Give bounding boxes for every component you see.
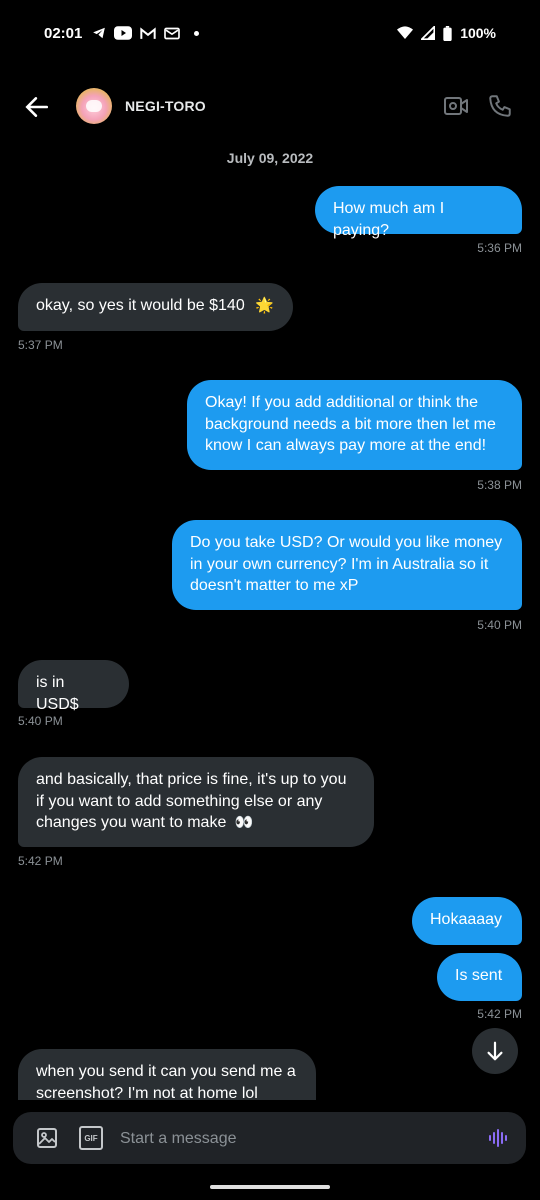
back-arrow-icon[interactable] xyxy=(24,94,50,120)
message-text: Okay! If you add additional or think the… xyxy=(205,394,496,454)
message-composer: GIF xyxy=(13,1112,526,1164)
message-bubble-received[interactable]: and basically, that price is fine, it's … xyxy=(18,757,374,847)
message-text: when you send it can you send me a scree… xyxy=(36,1063,296,1102)
contact-name[interactable]: NEGI-TORO xyxy=(125,98,206,114)
message-text: Is sent xyxy=(455,967,503,984)
dm-screen: 02:01 100% NEGI-TORO July 09, 2022 How m… xyxy=(0,0,540,1200)
message-bubble-sent[interactable]: Okay! If you add additional or think the… xyxy=(187,380,522,470)
scroll-to-bottom-button[interactable] xyxy=(472,1028,518,1074)
battery-icon xyxy=(443,25,452,41)
wifi-icon xyxy=(397,26,414,39)
message-timestamp: 5:42 PM xyxy=(477,1007,522,1021)
message-bubble-sent[interactable]: Hokaaaay xyxy=(412,897,522,945)
message-timestamp: 5:40 PM xyxy=(477,618,522,632)
home-indicator[interactable] xyxy=(210,1185,330,1189)
star-emoji: 🌟 xyxy=(255,296,274,314)
status-bar: 02:01 100% xyxy=(0,0,540,66)
gif-button[interactable]: GIF xyxy=(79,1126,103,1150)
message-text: okay, so yes it would be $140 xyxy=(36,297,245,314)
battery-level: 100% xyxy=(460,25,496,41)
youtube-icon xyxy=(114,26,133,40)
message-timestamp: 5:40 PM xyxy=(18,714,63,728)
message-text: Hokaaaay xyxy=(430,911,503,928)
status-right: 100% xyxy=(397,25,496,41)
dot-icon xyxy=(194,30,200,36)
mail-icon xyxy=(164,27,181,39)
message-timestamp: 5:37 PM xyxy=(18,338,63,352)
message-timestamp: 5:38 PM xyxy=(477,478,522,492)
message-bubble-sent[interactable]: How much am I paying? xyxy=(315,186,522,239)
message-bubble-sent[interactable]: Do you take USD? Or would you like money… xyxy=(172,520,522,610)
message-bubble-sent[interactable]: Is sent xyxy=(437,953,522,1001)
avatar[interactable] xyxy=(76,88,112,124)
message-text: is in USD$ xyxy=(36,674,79,713)
date-separator: July 09, 2022 xyxy=(226,150,314,166)
voice-message-icon[interactable] xyxy=(486,1126,510,1150)
message-bubble-received[interactable]: okay, so yes it would be $140 🌟 xyxy=(18,283,293,331)
message-text: How much am I paying? xyxy=(333,200,445,239)
telegram-icon xyxy=(93,27,106,39)
eyes-emoji: 👀 xyxy=(234,813,254,831)
arrow-down-icon xyxy=(487,1041,503,1061)
status-time: 02:01 xyxy=(44,24,83,42)
message-timestamp: 5:42 PM xyxy=(18,854,63,868)
message-text: and basically, that price is fine, it's … xyxy=(36,771,347,831)
image-icon[interactable] xyxy=(35,1126,59,1150)
gif-label: GIF xyxy=(84,1133,98,1143)
conversation-header: NEGI-TORO xyxy=(0,82,540,132)
message-timestamp: 5:36 PM xyxy=(477,241,522,255)
video-call-icon[interactable] xyxy=(443,93,469,119)
message-input[interactable] xyxy=(118,1122,472,1156)
status-left: 02:01 xyxy=(44,24,200,42)
signal-icon xyxy=(421,26,436,40)
message-bubble-received[interactable]: is in USD$ xyxy=(18,660,129,713)
gmail-icon xyxy=(140,26,157,39)
phone-call-icon[interactable] xyxy=(487,93,513,119)
message-text: Do you take USD? Or would you like money… xyxy=(190,534,503,594)
